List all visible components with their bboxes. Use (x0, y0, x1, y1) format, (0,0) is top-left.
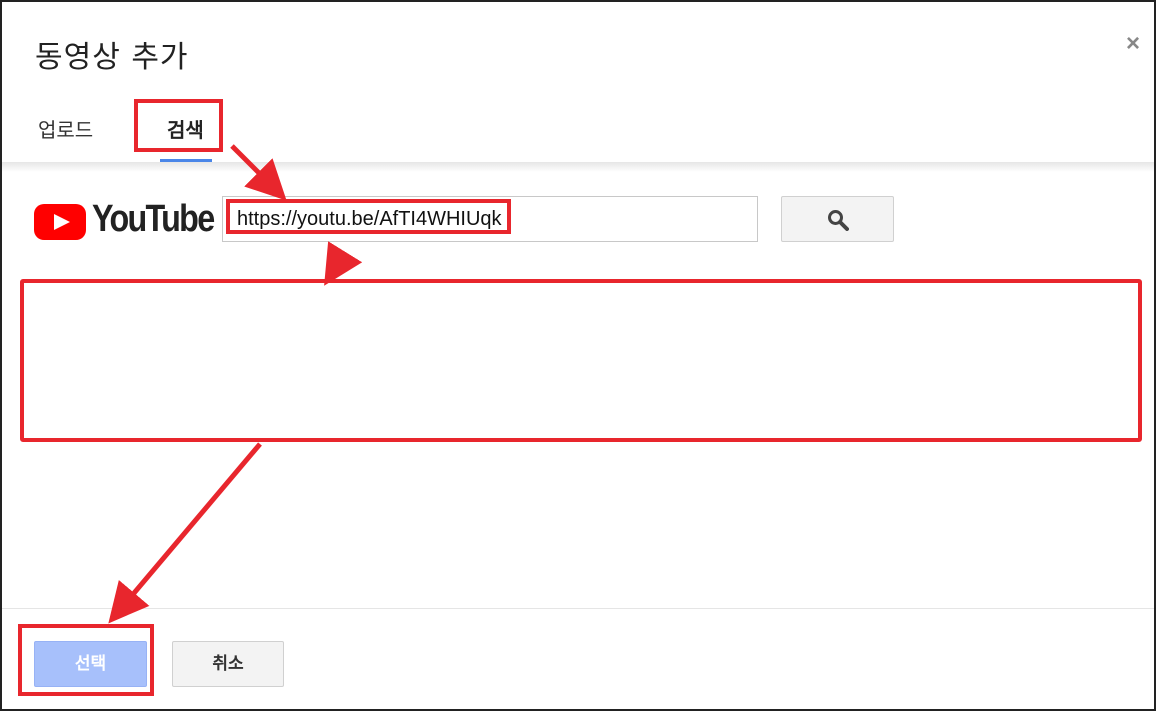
youtube-wordmark: YouTube (92, 198, 215, 240)
thumbnail-image: 8K ULTRA HD (50, 321, 200, 409)
video-meta: 26분 - 2020. 7. 30. (209, 404, 349, 423)
tab-divider-shadow (2, 162, 1154, 172)
video-description: This video is useful for learning about … (209, 338, 1102, 386)
add-video-dialog: 동영상 추가 × 업로드 검색 YouTube 8K ULTRA HD (0, 0, 1156, 711)
search-button[interactable] (781, 196, 894, 242)
close-icon[interactable]: × (1126, 32, 1140, 56)
badge-text: 8K (70, 368, 94, 388)
thumbnail-8k-badge: 8K ULTRA HD (60, 365, 104, 399)
search-field[interactable] (222, 196, 758, 242)
cancel-button[interactable]: 취소 (172, 641, 284, 687)
video-thumbnail: 8K ULTRA HD (47, 306, 203, 422)
select-button[interactable]: 선택 (34, 641, 147, 687)
tab-search[interactable]: 검색 (167, 114, 204, 143)
youtube-logo: YouTube (34, 198, 215, 242)
badge-subtext: ULTRA HD (64, 389, 100, 396)
search-input[interactable] (237, 207, 737, 231)
play-icon (105, 359, 155, 409)
video-result-item[interactable]: 8K ULTRA HD 8K VIDEOS | 8K AERIAL NATURE… (35, 294, 1132, 434)
dialog-title: 동영상 추가 (35, 40, 189, 75)
tab-bar: 업로드 검색 (2, 102, 1154, 162)
footer-divider (2, 608, 1154, 609)
search-icon (828, 210, 849, 231)
youtube-play-icon (34, 204, 86, 240)
tab-upload[interactable]: 업로드 (38, 114, 93, 143)
video-title: 8K VIDEOS | 8K AERIAL NATURE VIDEO FOR 8… (209, 306, 975, 327)
